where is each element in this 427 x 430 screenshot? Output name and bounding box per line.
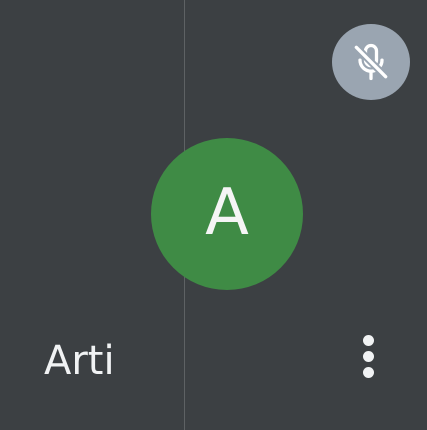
mic-off-icon — [353, 43, 389, 81]
participant-tile: A Arti — [0, 0, 427, 430]
more-vert-icon — [362, 334, 374, 346]
more-vert-icon-dot — [362, 350, 374, 362]
avatar: A — [151, 138, 303, 290]
more-options-button[interactable] — [350, 326, 386, 386]
participant-name: Arti — [44, 338, 115, 384]
mute-indicator — [332, 24, 410, 100]
avatar-initial: A — [205, 176, 249, 250]
more-vert-icon-dot — [362, 366, 374, 378]
